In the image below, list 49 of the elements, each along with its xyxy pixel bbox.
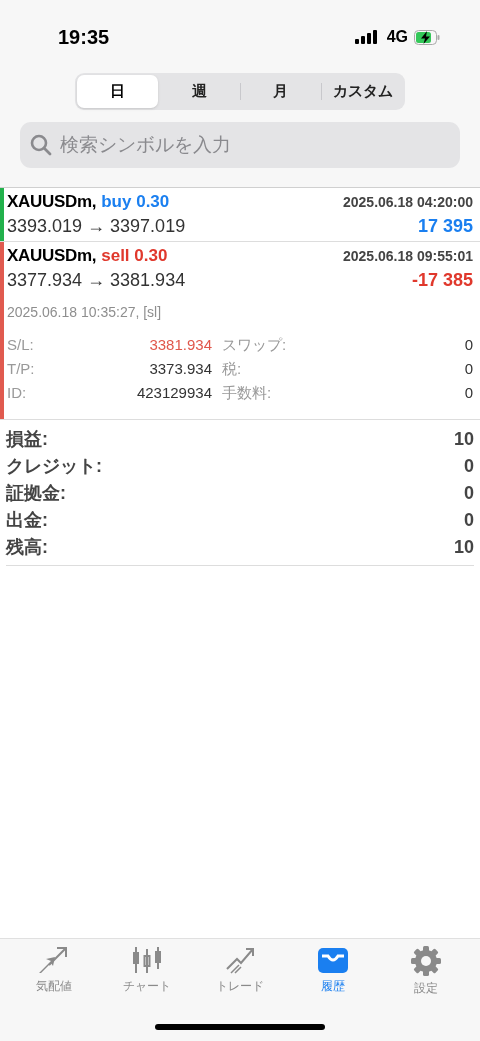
detail-value: 0	[464, 358, 473, 379]
summary-value: 0	[464, 509, 474, 532]
detail-value: 423129934	[135, 382, 212, 403]
profit-value: -17 385	[411, 269, 473, 292]
symbol-label: XAUUSDm,	[7, 245, 97, 268]
detail-label: T/P:	[7, 358, 36, 379]
period-tab[interactable]: 日	[77, 75, 158, 108]
search-icon	[30, 134, 52, 156]
symbol-label: XAUUSDm,	[7, 191, 97, 214]
detail-value: 0	[464, 382, 473, 403]
deal-row[interactable]: XAUUSDm, buy 0.30 2025.06.18 04:20:00 3393.019 → 3397.019 17 395	[0, 188, 480, 242]
inbox-tray-icon	[315, 945, 350, 975]
period-tab[interactable]: 月	[240, 75, 322, 108]
detail-label: スワップ:	[222, 334, 288, 355]
order-side-volume: buy 0.30	[101, 191, 170, 214]
detail-value: 3373.934	[148, 358, 212, 379]
deal-time: 2025.06.18 04:20:00	[343, 192, 473, 212]
status-time: 19:35	[58, 25, 110, 50]
summary-value: 10	[453, 536, 474, 559]
profit-value: 17 395	[417, 215, 473, 238]
summary-label: 残高:	[6, 536, 48, 559]
detail-label: S/L:	[7, 334, 35, 355]
deal-row[interactable]: XAUUSDm, sell 0.30 2025.06.18 09:55:01 3377.934 → 3381.934 -17 385 2025.06.18 10:35:27, [sl] S/L: 3381.934 スワップ: 0 T/P: 3373.934 税: 0 ID: 423129934 手数料: 0	[0, 242, 480, 420]
period-tab[interactable]: 週	[158, 75, 240, 108]
detail-value: 0	[464, 334, 473, 355]
price-range: 3393.019 → 3397.019	[7, 215, 186, 238]
tab-bar-item[interactable]: 設定	[379, 945, 472, 997]
order-side-volume: sell 0.30	[101, 245, 168, 268]
summary-value: 0	[464, 482, 474, 505]
deal-time: 2025.06.18 09:55:01	[343, 246, 473, 266]
battery-charging-icon	[414, 29, 440, 45]
detail-label: ID:	[7, 382, 28, 403]
tab-bar-item[interactable]: 履歴	[286, 945, 380, 997]
close-time-info: 2025.06.18 10:35:27, [sl]	[7, 303, 163, 322]
summary-value: 10	[453, 428, 474, 451]
detail-label: 税:	[222, 358, 243, 379]
summary-label: 損益:	[6, 428, 48, 451]
summary-label: 証拠金:	[6, 482, 66, 505]
network-label: 4G	[386, 27, 408, 47]
search-field[interactable]: 検索シンボルを入力	[20, 122, 460, 168]
settings-icon	[408, 945, 443, 977]
detail-value: 3381.934	[148, 334, 212, 355]
detail-label: 手数料:	[222, 382, 273, 403]
tab-bar-item[interactable]: チャート	[100, 945, 194, 997]
price-range: 3377.934 → 3381.934	[7, 269, 186, 292]
period-tab[interactable]: カスタム	[322, 75, 403, 108]
summary-value: 0	[464, 455, 474, 478]
summary-label: 出金:	[6, 509, 48, 532]
summary-label: クレジット:	[6, 455, 102, 478]
